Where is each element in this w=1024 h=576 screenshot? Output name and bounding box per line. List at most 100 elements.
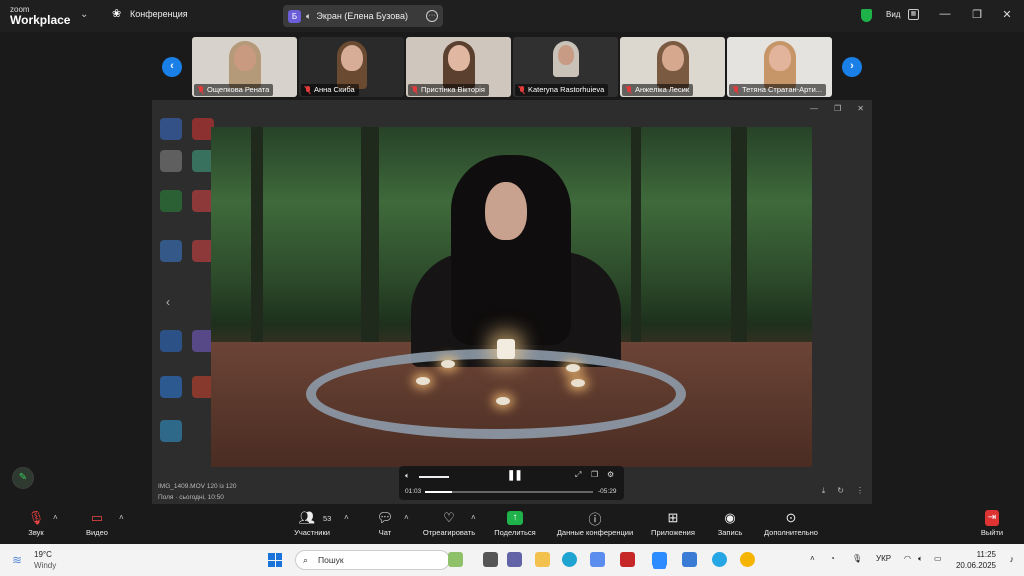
annotate-pen-icon[interactable]: ✎ — [12, 467, 34, 489]
store-icon[interactable] — [590, 552, 605, 567]
gallery-prev-button[interactable]: ‹ — [162, 57, 182, 77]
participant-tile[interactable]: Анжеліка Лесик — [620, 37, 725, 97]
participant-tile[interactable]: Ощепкова Рената — [192, 37, 297, 97]
zoom-window: zoom Workplace ⌄ ❀ Конференция Б 🔈︎ Экра… — [0, 0, 1024, 576]
player-restore-icon[interactable]: ❐ — [834, 104, 841, 113]
windows-start-icon[interactable] — [268, 553, 282, 567]
volume-slider[interactable] — [419, 476, 449, 478]
file-explorer-icon[interactable] — [535, 552, 550, 567]
audio-options-caret[interactable]: ˄ — [53, 513, 58, 522]
antivirus-icon[interactable] — [620, 552, 635, 567]
weather-wind-icon[interactable]: ≋ — [12, 553, 22, 567]
chat-options-caret[interactable]: ˄ — [404, 513, 409, 522]
zoom-taskbar-icon[interactable] — [652, 552, 667, 567]
player-window-controls: — ❐ ✕ — [810, 104, 864, 113]
view-menu-label[interactable]: Вид — [886, 10, 900, 19]
more-options-icon[interactable]: ··· — [426, 10, 438, 22]
heart-icon: ♡ — [443, 510, 455, 525]
exit-icon: ⇥ — [985, 510, 999, 526]
microphone-icon[interactable]: 🎙︎ — [852, 554, 862, 563]
participant-tile[interactable]: Анна Скиба — [299, 37, 404, 97]
mic-muted-icon — [733, 86, 739, 94]
taskbar-search-input[interactable]: ⌕ Пошук — [295, 550, 450, 570]
share-button[interactable]: ↑ Поделиться — [492, 510, 538, 537]
tab-screen-label: Экран (Елена Бузова) — [316, 11, 408, 21]
settings-icon[interactable]: ⚙ — [607, 470, 614, 479]
language-indicator[interactable]: УКР — [876, 554, 891, 563]
weather-temperature[interactable]: 19°C — [34, 550, 52, 559]
participant-gallery: Ощепкова Рената Анна Скиба Пристінка Вік… — [192, 37, 832, 97]
previous-item-icon[interactable]: ‹ — [166, 295, 170, 309]
restore-icon[interactable]: ❐ — [970, 8, 984, 21]
taskbar-app-icon[interactable] — [448, 552, 463, 567]
volume-icon[interactable]: 🔈︎ — [918, 554, 923, 564]
participant-nameplate: Kateryna Rastorhuieva — [515, 84, 609, 96]
chat-icon: 💬︎ — [376, 510, 394, 525]
react-button[interactable]: ♡ Отреагировать — [420, 510, 478, 537]
video-button[interactable]: ▭ Видео — [82, 510, 112, 537]
view-grid-icon[interactable]: ▦ — [908, 9, 919, 20]
share-screen-icon: ↑ — [507, 511, 523, 525]
file-info: IMG_1409.MOV 120 із 120 Поля · сьогодні,… — [158, 481, 237, 503]
record-button[interactable]: ◉ Запись — [714, 510, 746, 537]
participants-icon: 👥︎ — [298, 510, 316, 525]
fullscreen-icon[interactable]: ⤢ — [575, 470, 581, 480]
seek-bar[interactable] — [425, 491, 593, 493]
video-frame[interactable] — [211, 127, 812, 467]
rotate-icon[interactable]: ↻ — [837, 486, 844, 496]
tab-screen-share[interactable]: Б 🔈︎ Экран (Елена Бузова) ··· — [283, 5, 443, 27]
participants-options-caret[interactable]: ˄ — [344, 513, 349, 522]
gallery-next-button[interactable]: › — [842, 57, 862, 77]
teams-icon[interactable] — [507, 552, 522, 567]
meeting-info-button[interactable]: ⓘ Данные конференции — [552, 510, 638, 538]
battery-icon[interactable]: ▭ — [934, 554, 942, 563]
picture-in-picture-icon[interactable]: ❐ — [591, 470, 598, 479]
participant-nameplate: Анжеліка Лесик — [622, 84, 694, 96]
taskbar-app-icon[interactable] — [682, 552, 697, 567]
download-icon[interactable]: ⤓ — [822, 486, 826, 496]
tray-overflow-icon[interactable]: ˄ — [810, 554, 815, 563]
file-name: IMG_1409.MOV 120 із 120 — [158, 483, 237, 490]
participant-tile[interactable]: Пристінка Вікторія — [406, 37, 511, 97]
time-remaining: -05:29 — [598, 488, 617, 495]
security-shield-icon[interactable] — [861, 9, 872, 22]
react-options-caret[interactable]: ˄ — [471, 513, 476, 522]
player-close-icon[interactable]: ✕ — [857, 104, 864, 113]
clock-date: 20.06.2025 — [955, 561, 996, 570]
system-clock[interactable]: 11:25 20.06.2025 — [956, 549, 996, 571]
notification-bell-icon[interactable]: ♪ — [1010, 554, 1015, 564]
audio-button[interactable]: 🎙︎ Звук — [22, 510, 50, 537]
weather-description[interactable]: Windy — [34, 561, 56, 570]
leave-button[interactable]: ⇥ Выйти — [978, 510, 1006, 537]
chrome-icon[interactable] — [740, 552, 755, 567]
info-icon: ⓘ — [588, 511, 602, 527]
tab-conference[interactable]: ❀ Конференция — [112, 8, 188, 20]
video-options-caret[interactable]: ˄ — [119, 513, 124, 522]
more-button[interactable]: ⊙ Дополнительно — [760, 510, 822, 537]
more-horizontal-icon: ⊙ — [785, 510, 797, 525]
more-vertical-icon[interactable]: ⋮ — [856, 486, 864, 496]
zoom-logo[interactable]: zoom Workplace — [10, 4, 70, 26]
video-off-icon: ▭ — [90, 510, 104, 525]
pause-button[interactable]: ❚❚ — [507, 470, 523, 481]
chat-button[interactable]: 💬︎ Чат — [372, 510, 398, 537]
edge-icon[interactable] — [562, 552, 577, 567]
tray-app-icon[interactable]: ◔ — [830, 554, 835, 563]
apps-button[interactable]: ⊞ Приложения — [646, 510, 700, 537]
mic-muted-icon — [198, 86, 204, 94]
participant-tile[interactable]: Kateryna Rastorhuieva — [513, 37, 618, 97]
participant-tile[interactable]: Тетяна Стратан-Арти... — [727, 37, 832, 97]
mic-muted-icon: 🎙︎ — [27, 510, 45, 525]
volume-icon[interactable]: 🔈︎ — [405, 471, 410, 481]
paw-icon: ❀ — [112, 8, 122, 20]
player-minimize-icon[interactable]: — — [810, 104, 818, 113]
minimize-icon[interactable]: — — [938, 8, 952, 20]
participants-count: 53 — [323, 514, 332, 523]
task-view-icon[interactable] — [483, 552, 498, 567]
telegram-icon[interactable] — [712, 552, 727, 567]
wifi-icon[interactable]: ◠ — [904, 554, 911, 563]
tarot-card-circle — [306, 349, 686, 439]
close-icon[interactable]: ✕ — [1000, 8, 1014, 21]
meeting-toolbar: 🎙︎ Звук ˄ ▭ Видео ˄ 👥︎ Участники 53 ˄ 💬︎… — [0, 506, 1024, 544]
chevron-down-icon[interactable]: ⌄ — [80, 9, 88, 20]
